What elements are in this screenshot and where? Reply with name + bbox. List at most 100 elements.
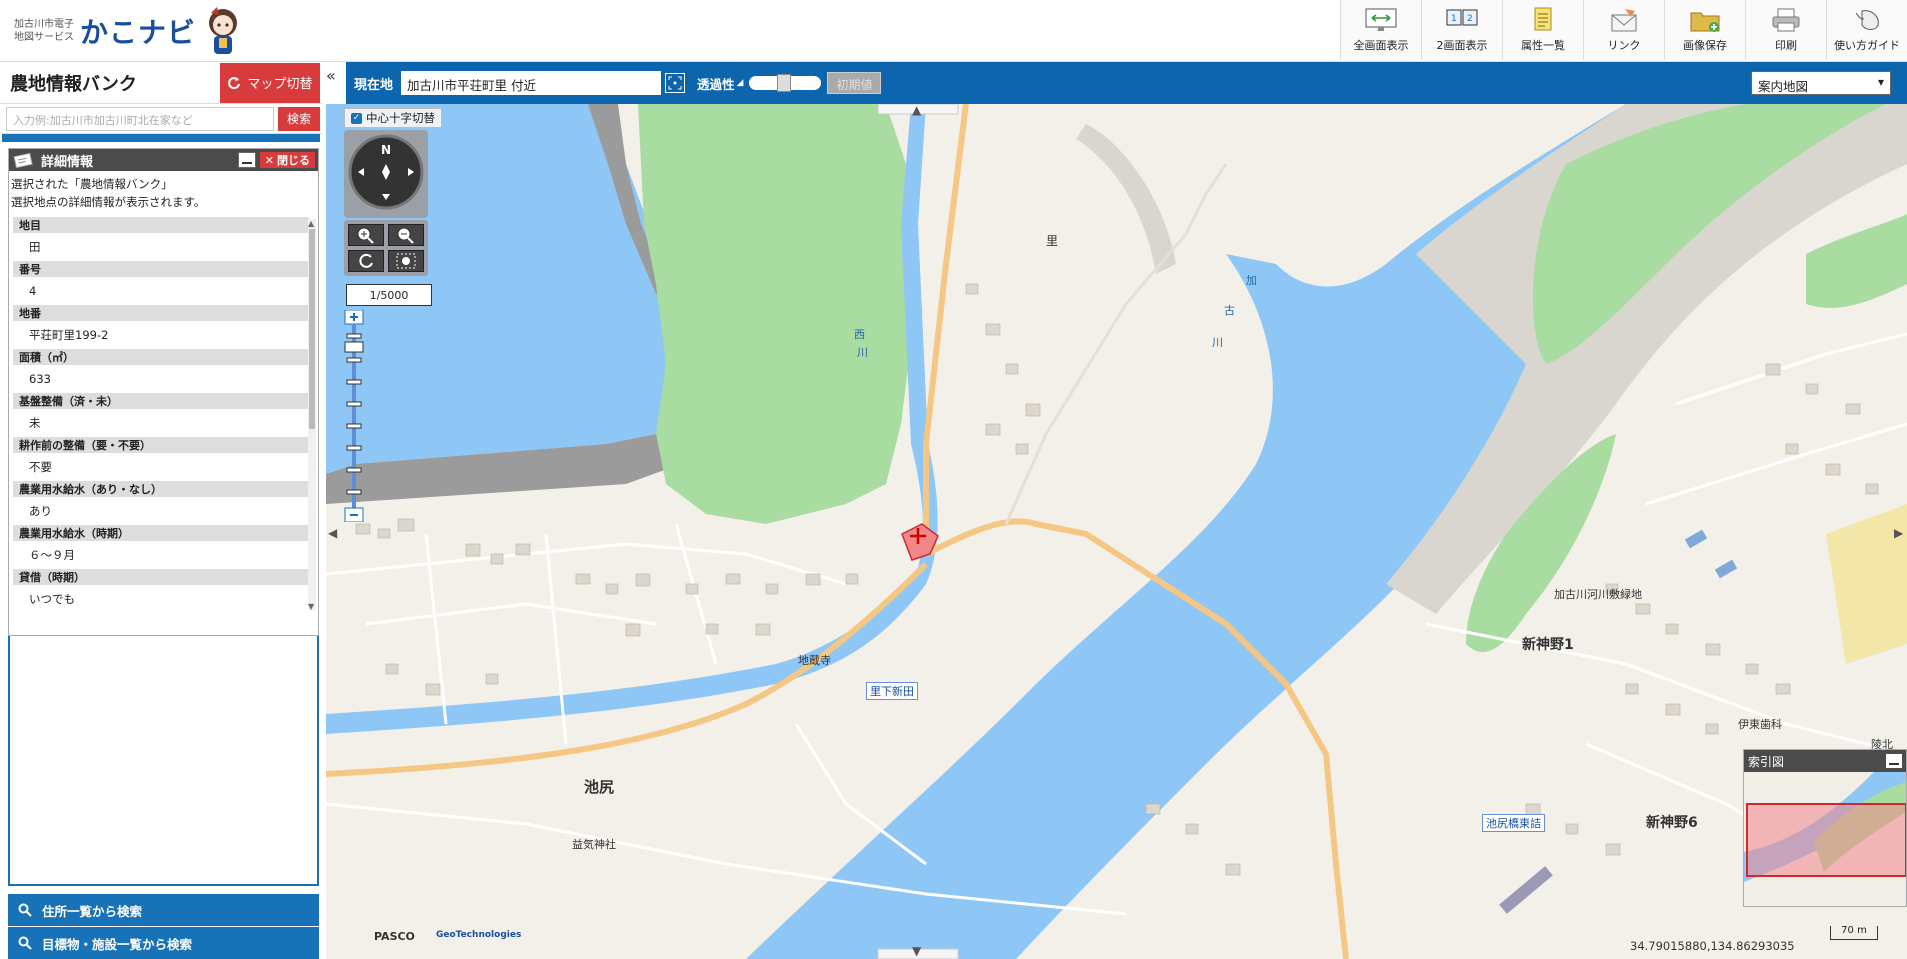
map-label-itodental: 伊東歯科: [1738, 718, 1782, 731]
map-view[interactable]: 里 西 川 加 古 川 地蔵寺 里下新田 池尻 益気神社 加古川河川敷緑地 新神…: [326, 104, 1907, 959]
detail-intro-line1: 選択された「農地情報バンク」: [11, 177, 173, 191]
detail-close-label: 閉じる: [277, 154, 310, 167]
fullscreen-button[interactable]: 全画面表示: [1340, 0, 1421, 60]
zoom-in-tool-button[interactable]: [348, 224, 384, 246]
detail-field-row: 面積（㎡） 633: [13, 349, 309, 393]
pan-compass[interactable]: N: [344, 130, 428, 218]
map-label-shinjinno6: 新神野6: [1646, 815, 1698, 831]
dual-screen-icon: 12: [1446, 9, 1478, 26]
detail-field-row: 基盤整備（済・未） 未: [13, 393, 309, 437]
map-label-ko: 古: [1224, 304, 1235, 317]
search-address-label: 住所一覧から検索: [42, 903, 143, 919]
attribute-list-button[interactable]: 属性一覧: [1502, 0, 1583, 60]
transparency-slider-knob[interactable]: [777, 74, 792, 92]
guide-button[interactable]: 使い方ガイド: [1826, 0, 1907, 60]
svg-text:1: 1: [1451, 14, 1457, 24]
zoom-tool-panel: [344, 220, 428, 276]
sidebar-header: 農地情報バンク マップ切替: [0, 62, 322, 104]
detail-panel-title: 詳細情報: [41, 154, 94, 170]
pan-west-arrow-icon[interactable]: ◀: [328, 526, 337, 540]
zoom-area-icon: [396, 253, 416, 269]
detail-field-row: 地目田: [13, 217, 309, 261]
address-search-input[interactable]: 入力例:加古川市加古川町北在家など: [6, 106, 274, 131]
detail-panel-titlebar[interactable]: 詳細情報 ✕ 閉じる: [9, 149, 318, 171]
detail-field-value: いつでも: [29, 592, 75, 606]
pan-south-arrow-icon[interactable]: ▼: [912, 944, 921, 958]
map-label-shinjinno1: 新神野1: [1522, 637, 1574, 653]
map-label-kasenshiki: 加古川河川敷緑地: [1554, 588, 1642, 601]
print-button[interactable]: 印刷: [1745, 0, 1826, 60]
detail-field-row: 農業用水給水（時期） ６～９月: [13, 525, 309, 569]
geotechnologies-logo: GeoTechnologies: [436, 930, 522, 940]
map-label-gawa: 川: [857, 346, 868, 359]
location-label: 現在地: [354, 77, 394, 93]
overview-canvas[interactable]: [1744, 772, 1907, 906]
pasco-logo: PASCO: [374, 930, 415, 943]
detail-scroll-thumb[interactable]: [309, 229, 315, 429]
detail-field-value: あり: [29, 504, 52, 518]
map-type-select[interactable]: 案内地図: [1751, 71, 1891, 95]
location-field[interactable]: 加古川市平荘町里 付近: [401, 71, 662, 95]
overview-map[interactable]: 索引図: [1743, 749, 1907, 907]
detail-field-label: 耕作前の整備（要・不要）: [13, 437, 309, 453]
overview-minimize-button[interactable]: [1886, 754, 1902, 768]
dual-screen-label: 2画面表示: [1436, 39, 1488, 52]
detail-field-row: 耕作前の整備（要・不要） 不要: [13, 437, 309, 481]
link-button[interactable]: リンク: [1583, 0, 1664, 60]
detail-minimize-button[interactable]: [237, 152, 256, 168]
zoom-out-tool-button[interactable]: [388, 224, 424, 246]
main-toolbar: 全画面表示 12 2画面表示 属性一覧 リンク 画像保存 印刷 使い方ガイド: [1340, 0, 1907, 60]
search-facility-label: 目標物・施設一覧から検索: [42, 936, 193, 952]
rotate-reset-button[interactable]: [348, 250, 384, 272]
search-facility-list-button[interactable]: 目標物・施設一覧から検索: [8, 927, 319, 959]
print-icon: [1772, 8, 1800, 32]
address-search-button[interactable]: 検索: [278, 106, 320, 131]
locate-center-icon[interactable]: [665, 73, 686, 93]
mascot-icon: [202, 5, 244, 57]
detail-field-value: ６～９月: [29, 548, 75, 562]
info-card-icon: [13, 152, 33, 168]
transparency-label: 透過性: [697, 76, 735, 92]
search-icon: [18, 936, 32, 950]
detail-scrollbar[interactable]: ▲ ▼: [308, 219, 316, 611]
save-image-label: 画像保存: [1683, 39, 1727, 52]
detail-field-label: 面積（㎡）: [13, 349, 309, 365]
detail-field-value: 未: [29, 416, 41, 430]
zoom-out-icon: [397, 227, 414, 244]
crosshair-toggle[interactable]: ✓ 中心十字切替: [344, 108, 442, 128]
map-toolbar: 現在地 加古川市平荘町里 付近 透過性 ◢ 初期値 案内地図: [346, 62, 1907, 104]
triangle-icon: ◢: [736, 78, 744, 88]
link-mail-icon: [1611, 9, 1637, 32]
detail-close-button[interactable]: ✕ 閉じる: [259, 152, 315, 168]
map-switch-button[interactable]: マップ切替: [220, 62, 320, 103]
logo-sub-line2: 地図サービス: [14, 32, 74, 43]
logo-title: かこナビ: [80, 16, 197, 49]
dual-screen-button[interactable]: 12 2画面表示: [1421, 0, 1502, 60]
sidebar-title: 農地情報バンク: [10, 73, 137, 95]
logo-sub-line1: 加古川市電子: [14, 19, 74, 30]
detail-intro-line2: 選択地点の詳細情報が表示されます。: [11, 195, 206, 209]
svg-text:2: 2: [1467, 14, 1473, 24]
coordinate-readout: 34.79015880,134.86293035: [1630, 939, 1795, 953]
crosshair-checkbox[interactable]: ✓: [351, 112, 362, 124]
pan-east-arrow-icon[interactable]: ▶: [1894, 526, 1903, 540]
sidebar-tab-strip: [2, 134, 320, 142]
print-label: 印刷: [1775, 39, 1797, 52]
zoom-area-button[interactable]: [388, 250, 424, 272]
scale-bar: 70 m: [1830, 926, 1878, 940]
map-label-nishi: 西: [854, 328, 865, 341]
kakonavi-logo[interactable]: 加古川市電子 地図サービス かこナビ: [14, 6, 244, 56]
overview-title: 索引図: [1748, 754, 1785, 769]
detail-field-label: 貸借（時期）: [13, 569, 309, 585]
zoom-slider[interactable]: [342, 309, 366, 523]
guide-mouse-icon: [1855, 10, 1879, 30]
detail-field-value: 633: [29, 372, 51, 386]
pan-north-arrow-icon[interactable]: ▲: [912, 104, 921, 117]
detail-field-value: 4: [29, 284, 37, 298]
detail-field-label: 番号: [13, 261, 309, 277]
transparency-reset-button[interactable]: 初期値: [827, 72, 882, 94]
save-image-button[interactable]: 画像保存: [1664, 0, 1745, 60]
collapse-sidebar-icon[interactable]: «: [326, 66, 336, 85]
search-address-list-button[interactable]: 住所一覧から検索: [8, 894, 319, 926]
transparency-slider[interactable]: [749, 74, 822, 92]
